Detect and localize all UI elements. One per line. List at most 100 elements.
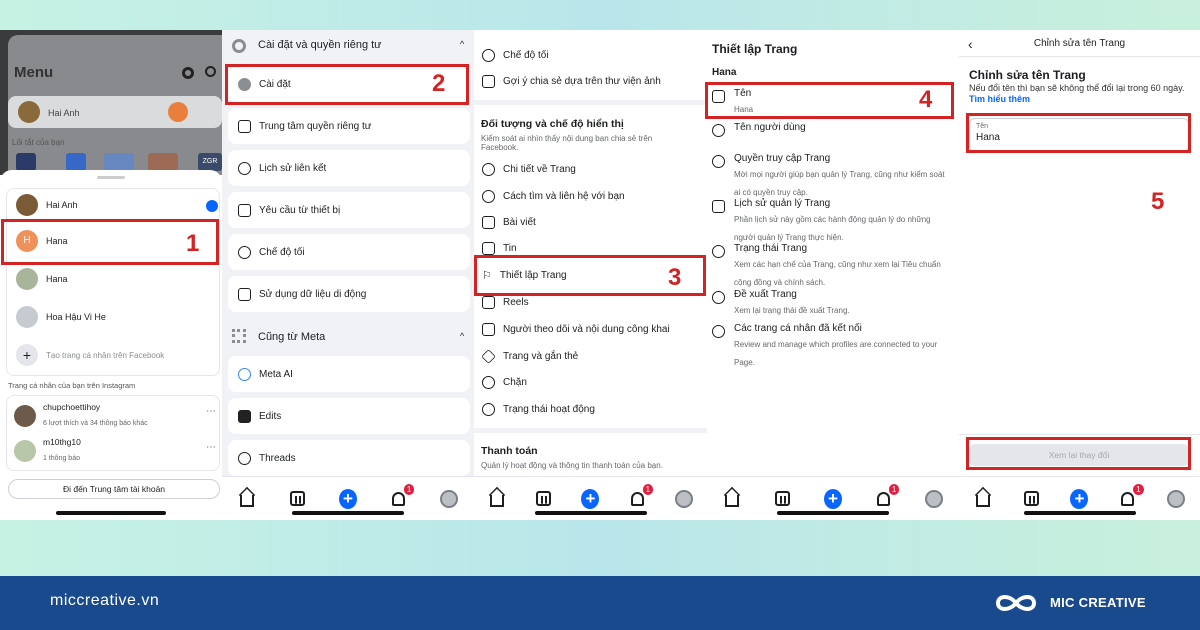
tag-icon — [481, 349, 496, 364]
settings-item-dark-mode[interactable]: Chế độ tối — [228, 234, 470, 270]
setting-followers[interactable]: Người theo dõi và nội dung công khai — [482, 323, 670, 336]
setting-tagging[interactable]: Trang và gắn thẻ — [481, 349, 578, 364]
shortcut-tile[interactable] — [148, 153, 178, 171]
shortcut-tile[interactable]: ZGR — [198, 153, 222, 171]
account-row[interactable]: Hai Anh — [16, 194, 78, 216]
account-row[interactable]: Hana — [16, 268, 68, 290]
chevron-up-icon[interactable]: ^ — [460, 39, 464, 49]
ig-name: chupchoettihoy — [43, 402, 101, 412]
meta-item-meta-ai[interactable]: Meta AI — [228, 356, 470, 392]
profile-avatar-icon[interactable] — [674, 489, 693, 508]
create-plus-icon[interactable]: + — [338, 488, 357, 509]
setup-row-status[interactable]: Trạng thái Trang Xem các hạn chế của Tran… — [712, 243, 949, 290]
profile-avatar-icon[interactable] — [439, 489, 458, 508]
setup-row-connected[interactable]: Các trang cá nhân đã kết nối Review and m… — [712, 323, 949, 370]
divider — [474, 100, 707, 105]
meta-item-threads[interactable]: Threads — [228, 440, 470, 476]
setting-dark-mode[interactable]: Chế độ tối — [482, 49, 549, 62]
bell-icon[interactable]: 1 — [874, 483, 900, 508]
row-desc: Phần lịch sử này gồm các hành động quản … — [734, 215, 931, 242]
bell-icon[interactable]: 1 — [628, 483, 654, 508]
people-icon — [482, 190, 495, 203]
phone-icon — [238, 287, 251, 301]
settings-item-mobile-data[interactable]: Sử dụng dữ liệu di động — [228, 276, 470, 312]
bell-icon[interactable]: 1 — [1119, 483, 1144, 508]
setting-posts[interactable]: Bài viết — [482, 216, 536, 229]
setting-photo-suggestions[interactable]: Gợi ý chia sẻ dựa trên thư viện ảnh — [482, 75, 661, 88]
link-icon — [712, 325, 725, 338]
profile-avatar-icon[interactable] — [924, 489, 943, 508]
setting-blocking[interactable]: Chặn — [482, 376, 527, 389]
ig-info: 1 thông báo — [43, 455, 80, 462]
setup-row-recommend[interactable]: Đề xuất Trang Xem lại trạng thái đề xuất … — [712, 289, 949, 318]
home-icon[interactable] — [238, 490, 256, 508]
home-icon[interactable] — [723, 490, 741, 508]
shortcut-tile[interactable] — [16, 153, 36, 171]
setup-row-access[interactable]: Quyền truy cập Trang Mời mọi người giúp b… — [712, 153, 949, 200]
create-profile-label: Tạo trang cá nhân trên Facebook — [46, 350, 165, 360]
ig-info: 6 lượt thích và 34 thông báo khác — [43, 420, 148, 427]
setting-stories[interactable]: Tin — [482, 242, 517, 255]
settings-item-link-history[interactable]: Lịch sử liên kết — [228, 150, 470, 186]
settings-item-privacy-center[interactable]: Trung tâm quyền riêng tư — [228, 108, 470, 144]
notification-badge: 1 — [403, 483, 415, 495]
dashboard-icon[interactable] — [289, 490, 307, 508]
create-plus-icon[interactable]: + — [823, 488, 842, 509]
search-icon[interactable] — [205, 66, 216, 77]
sheet-handle[interactable] — [97, 176, 125, 179]
learn-more-link[interactable]: Tìm hiểu thêm — [969, 94, 1030, 104]
divider — [959, 56, 1200, 57]
person-icon — [482, 163, 495, 176]
profile-avatar-icon[interactable] — [1166, 489, 1185, 508]
avatar — [14, 405, 36, 427]
step-number: 1 — [186, 230, 200, 257]
ig-account-row[interactable]: m10thg10 1 thông báo — [14, 437, 81, 465]
setting-active-status[interactable]: Trạng thái hoạt động — [482, 403, 595, 416]
notification-badge: 1 — [1133, 483, 1144, 495]
more-icon[interactable]: ⋯ — [206, 442, 216, 453]
setup-row-username[interactable]: Tên người dùng — [712, 122, 806, 137]
gear-icon[interactable] — [182, 67, 194, 79]
dashboard-icon[interactable] — [774, 490, 792, 508]
avatar — [16, 268, 38, 290]
more-icon[interactable]: ⋯ — [206, 406, 216, 417]
shortcut-tile[interactable] — [66, 153, 86, 171]
ig-section-label: Trang cá nhân của bạn trên Instagram — [8, 381, 136, 390]
settings-item-device-requests[interactable]: Yêu cầu từ thiết bị — [228, 192, 470, 228]
row-label: Bài viết — [503, 217, 536, 228]
accounts-center-button[interactable]: Đi đến Trung tâm tài khoản — [8, 479, 220, 499]
shortcut-tile[interactable] — [104, 153, 134, 171]
create-plus-icon[interactable]: + — [1070, 488, 1089, 509]
home-icon[interactable] — [488, 490, 506, 508]
meta-item-edits[interactable]: Edits — [228, 398, 470, 434]
setting-page-details[interactable]: Chi tiết về Trang — [482, 163, 576, 176]
setting-reels[interactable]: Reels — [482, 296, 529, 309]
bell-icon[interactable]: 1 — [389, 483, 415, 508]
ig-account-row[interactable]: chupchoettihoy 6 lượt thích và 34 thông b… — [14, 402, 148, 430]
row-label: Cách tìm và liên hệ với bạn — [503, 191, 625, 202]
setup-row-history[interactable]: Lịch sử quản lý Trang Phần lịch sử này gồ… — [712, 198, 949, 245]
row-label: Chế độ tối — [503, 50, 549, 61]
device-icon — [238, 203, 251, 217]
step-number: 3 — [668, 264, 682, 291]
site-url[interactable]: miccreative.vn — [50, 592, 159, 610]
setting-find-contact[interactable]: Cách tìm và liên hệ với bạn — [482, 190, 625, 203]
home-indicator — [292, 511, 404, 515]
dashboard-icon[interactable] — [1022, 490, 1040, 508]
profile-card[interactable] — [8, 96, 222, 128]
account-row[interactable]: Hoa Hậu Vi He — [16, 306, 106, 328]
account-name: Hoa Hậu Vi He — [46, 312, 106, 322]
account-name: Hana — [46, 274, 68, 284]
home-indicator — [1023, 511, 1136, 515]
create-profile-row[interactable]: + Tạo trang cá nhân trên Facebook — [16, 344, 164, 366]
row-label: Reels — [503, 297, 529, 308]
followers-icon — [482, 323, 495, 336]
settings-label: Chế độ tối — [259, 246, 305, 258]
home-icon[interactable] — [974, 490, 992, 508]
page-avatar — [168, 102, 188, 122]
moon-icon — [482, 49, 495, 62]
create-plus-icon[interactable]: + — [581, 488, 600, 509]
chevron-up-icon[interactable]: ^ — [460, 331, 464, 341]
dashboard-icon[interactable] — [535, 490, 553, 508]
section-desc: Kiểm soát ai nhìn thấy nội dung bạn chia… — [481, 134, 653, 152]
